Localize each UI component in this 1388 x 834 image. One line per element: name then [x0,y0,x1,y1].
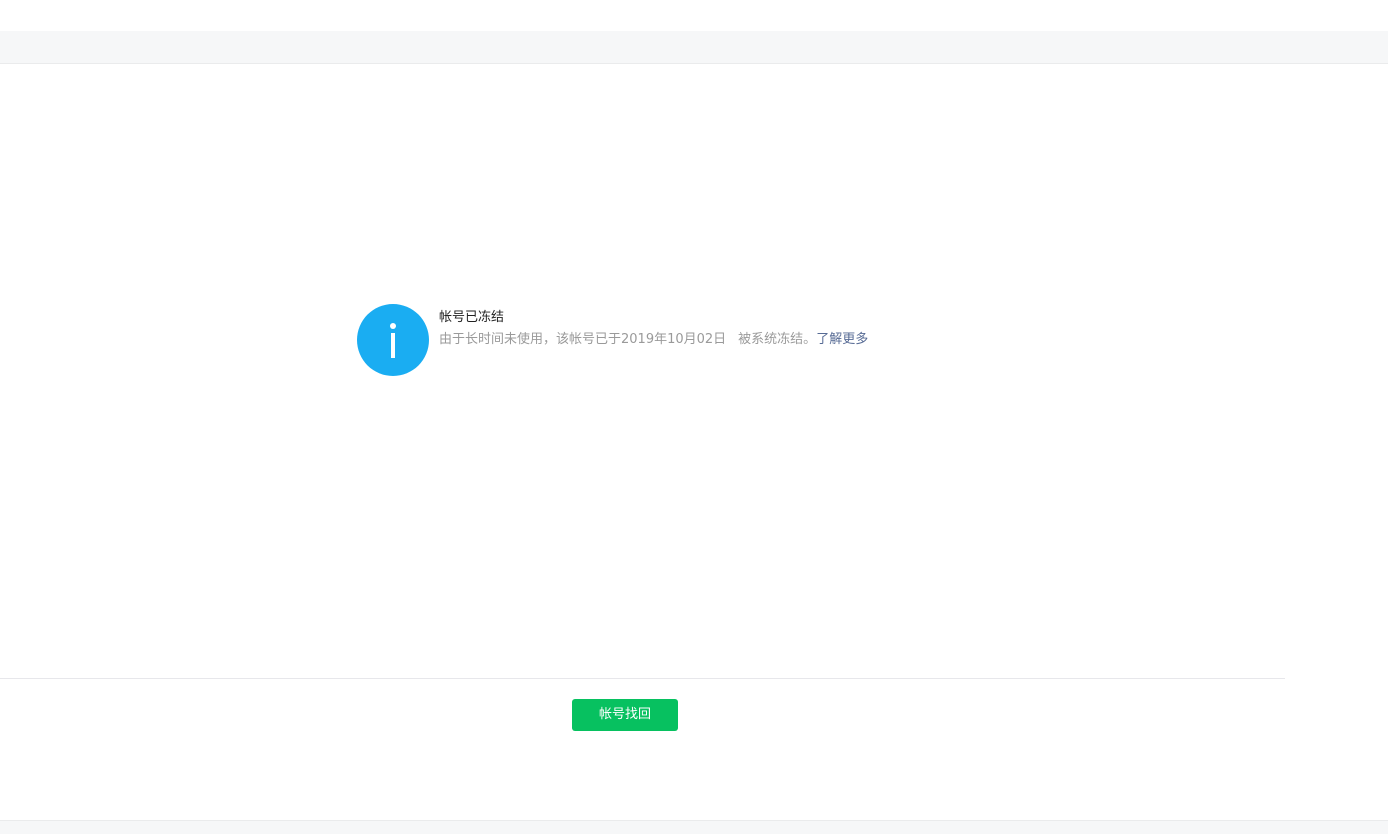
account-recovery-button[interactable]: 帐号找回 [572,699,678,731]
learn-more-link[interactable]: 了解更多 [816,332,868,347]
top-bar [0,0,1388,31]
info-icon [357,304,429,376]
footer-divider [0,678,1285,679]
notice-title: 帐号已冻结 [439,310,505,325]
main-panel [0,64,1388,820]
bottom-band [0,820,1388,834]
header-band [0,31,1388,64]
notice-description-tail: 被系统冻结。 [738,332,817,347]
notice-description: 由于长时间未使用，该帐号已于2019年10月02日 被系统冻结。了解更多 [439,328,868,347]
notice-description-main: 由于长时间未使用，该帐号已于2019年10月02日 [439,332,727,347]
